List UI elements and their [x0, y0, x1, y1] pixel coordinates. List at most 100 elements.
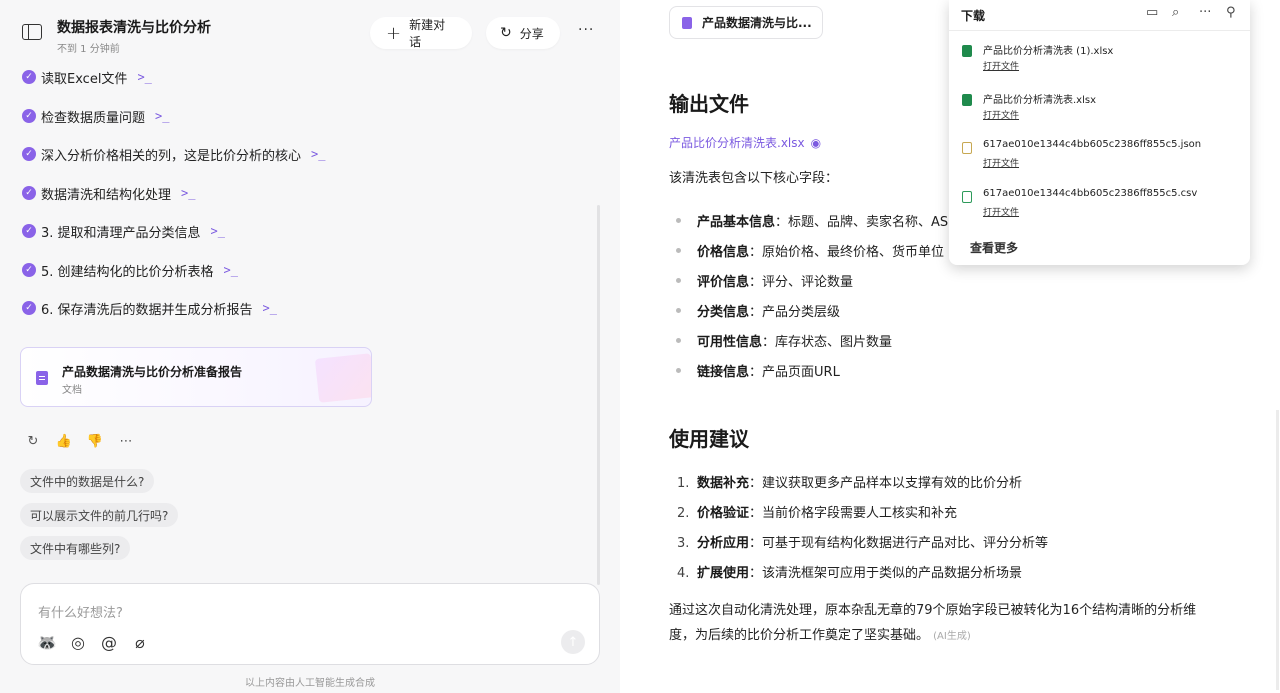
open-file-link[interactable]: 打开文件 — [983, 108, 1019, 121]
step-label: 3. 提取和清理产品分类信息 — [41, 225, 201, 241]
globe-icon[interactable]: ◎ — [68, 633, 88, 652]
check-icon: ✓ — [22, 109, 36, 123]
check-icon: ✓ — [22, 224, 36, 238]
field-bullet: 链接信息 ：产品页面URL — [676, 361, 840, 380]
new-chat-label: 新建对话 — [409, 18, 446, 49]
regenerate-icon[interactable]: ↻ — [25, 433, 41, 449]
document-type: 文档 — [62, 385, 82, 396]
chat-title: 数据报表清洗与比价分析 — [57, 20, 211, 36]
document-thumbnail — [314, 353, 371, 403]
field-bullet: 可用性信息 ：库存状态、图片数量 — [676, 331, 892, 350]
terminal-icon[interactable]: >_ — [137, 70, 151, 84]
document-tab[interactable]: 产品数据清洗与比... — [669, 6, 823, 39]
check-icon: ✓ — [22, 263, 36, 277]
chat-header: 数据报表清洗与比价分析 不到 1 分钟前 + 新建对话 ↻ 分享 ··· — [0, 0, 620, 64]
download-file-name[interactable]: 617ae010e1344c4bb605c2386ff855c5.csv — [983, 188, 1197, 199]
download-file-name[interactable]: 产品比价分析清洗表 (1).xlsx — [983, 42, 1113, 57]
mention-icon[interactable]: @ — [99, 633, 119, 652]
document-tab-label: 产品数据清洗与比... — [702, 16, 812, 30]
check-icon: ✓ — [22, 186, 36, 200]
more-options-icon[interactable]: ··· — [578, 22, 594, 38]
message-composer[interactable]: 有什么好想法? 🦝 ◎ @ ⌀ ↑ — [20, 583, 600, 665]
agent-mode-icon[interactable]: 🦝 — [37, 633, 57, 652]
more-options-icon[interactable]: ··· — [1199, 5, 1211, 20]
downloads-title: 下载 — [961, 9, 986, 23]
download-item[interactable]: 产品比价分析清洗表 (1).xlsx 打开文件 — [961, 42, 1241, 82]
section-title-usage: 使用建议 — [669, 427, 749, 451]
usage-item: 1. 数据补充：建议获取更多产品样本以支撑有效的比价分析 — [677, 476, 1023, 491]
pin-icon[interactable]: ⚲ — [1226, 5, 1236, 20]
share-button[interactable]: ↻ 分享 — [486, 17, 560, 49]
report-document-card[interactable]: 产品数据清洗与比价分析准备报告 文档 — [20, 347, 372, 407]
output-file-link[interactable]: 产品比价分析清洗表.xlsx ◉ — [669, 134, 821, 151]
document-icon — [36, 371, 48, 385]
suggestion-chip[interactable]: 可以展示文件的前几行吗? — [20, 503, 179, 527]
attachment-icon[interactable]: ⌀ — [130, 633, 150, 652]
check-icon: ✓ — [22, 301, 36, 315]
step-label: 检查数据质量问题 — [41, 110, 146, 126]
composer-placeholder[interactable]: 有什么好想法? — [38, 602, 123, 621]
terminal-icon[interactable]: >_ — [181, 186, 195, 200]
step-item: ✓ 6. 保存清洗后的数据并生成分析报告 >_ — [22, 297, 277, 319]
terminal-icon[interactable]: >_ — [211, 224, 225, 238]
step-label: 深入分析价格相关的列，这是比价分析的核心 — [41, 148, 302, 164]
see-more-button[interactable]: 查看更多 — [970, 239, 1018, 256]
step-item: ✓ 5. 创建结构化的比价分析表格 >_ — [22, 259, 238, 281]
viewer-scrollbar[interactable] — [1276, 410, 1279, 690]
eye-icon[interactable]: ◉ — [811, 136, 821, 150]
search-icon[interactable]: ⌕ — [1172, 5, 1179, 20]
check-icon: ✓ — [22, 70, 36, 84]
suggestion-chip[interactable]: 文件中的数据是什么? — [20, 469, 155, 493]
usage-item: 3. 分析应用：可基于现有结构化数据进行产品对比、评分分析等 — [677, 536, 1049, 551]
composer-tools: 🦝 ◎ @ ⌀ — [37, 633, 150, 652]
thumbs-up-icon[interactable]: 👍 — [56, 433, 72, 449]
new-chat-button[interactable]: + 新建对话 — [370, 17, 472, 49]
download-item[interactable]: 产品比价分析清洗表.xlsx 打开文件 — [961, 91, 1241, 131]
open-file-link[interactable]: 打开文件 — [983, 156, 1019, 169]
output-file-name[interactable]: 产品比价分析清洗表.xlsx — [669, 136, 805, 150]
terminal-icon[interactable]: >_ — [263, 301, 277, 315]
share-icon: ↻ — [500, 25, 512, 41]
chat-panel: 数据报表清洗与比价分析 不到 1 分钟前 + 新建对话 ↻ 分享 ··· ✓ 读… — [0, 0, 620, 693]
download-item[interactable]: 617ae010e1344c4bb605c2386ff855c5.csv 打开文… — [961, 188, 1241, 228]
check-icon: ✓ — [22, 147, 36, 161]
step-item: ✓ 3. 提取和清理产品分类信息 >_ — [22, 220, 225, 242]
csv-file-icon — [962, 191, 972, 203]
downloads-popup: 下载 ▭ ⌕ ··· ⚲ 产品比价分析清洗表 (1).xlsx 打开文件 产品比… — [949, 0, 1250, 265]
step-label: 读取Excel文件 — [41, 71, 128, 87]
ai-disclaimer: 以上内容由人工智能生成合成 — [245, 678, 375, 689]
thumbs-down-icon[interactable]: 👎 — [87, 433, 103, 449]
step-item: ✓ 读取Excel文件 >_ — [22, 66, 152, 88]
field-bullet: 价格信息 ：原始价格、最终价格、货币单位 — [676, 241, 944, 260]
document-icon — [682, 16, 692, 29]
conclusion-paragraph: 通过这次自动化清洗处理，原本杂乱无章的79个原始字段已被转化为16个结构清晰的分… — [669, 603, 1197, 643]
sidebar-toggle-icon[interactable] — [22, 24, 42, 40]
download-file-name[interactable]: 617ae010e1344c4bb605c2386ff855c5.json — [983, 139, 1201, 150]
suggestion-chip[interactable]: 文件中有哪些列? — [20, 536, 131, 560]
field-bullet: 产品基本信息 ：标题、品牌、卖家名称、AS — [676, 211, 948, 230]
terminal-icon[interactable]: >_ — [311, 147, 325, 161]
json-file-icon — [962, 142, 972, 154]
terminal-icon[interactable]: >_ — [155, 109, 169, 123]
usage-item: 4. 扩展使用：该清洗框架可应用于类似的产品数据分析场景 — [677, 566, 1023, 581]
fields-intro: 该清洗表包含以下核心字段： — [669, 171, 839, 186]
terminal-icon[interactable]: >_ — [224, 263, 238, 277]
plus-icon: + — [386, 22, 402, 44]
open-file-link[interactable]: 打开文件 — [983, 59, 1019, 72]
chat-scrollbar[interactable] — [597, 205, 600, 585]
step-item: ✓ 检查数据质量问题 >_ — [22, 105, 169, 127]
chat-timestamp: 不到 1 分钟前 — [57, 44, 120, 55]
field-bullet: 评价信息 ：评分、评论数量 — [676, 271, 853, 290]
document-title: 产品数据清洗与比价分析准备报告 — [62, 365, 243, 379]
open-file-link[interactable]: 打开文件 — [983, 205, 1019, 218]
download-file-name[interactable]: 产品比价分析清洗表.xlsx — [983, 91, 1096, 106]
field-bullet: 分类信息 ：产品分类层级 — [676, 301, 840, 320]
usage-item: 2. 价格验证：当前价格字段需要人工核实和补充 — [677, 506, 958, 521]
excel-file-icon — [962, 94, 972, 106]
excel-file-icon — [962, 45, 972, 57]
comment-icon[interactable]: ⋯ — [118, 433, 134, 449]
folder-icon[interactable]: ▭ — [1146, 5, 1158, 20]
download-item[interactable]: 617ae010e1344c4bb605c2386ff855c5.json 打开… — [961, 139, 1241, 179]
send-button[interactable]: ↑ — [561, 630, 585, 654]
step-label: 数据清洗和结构化处理 — [41, 187, 172, 203]
